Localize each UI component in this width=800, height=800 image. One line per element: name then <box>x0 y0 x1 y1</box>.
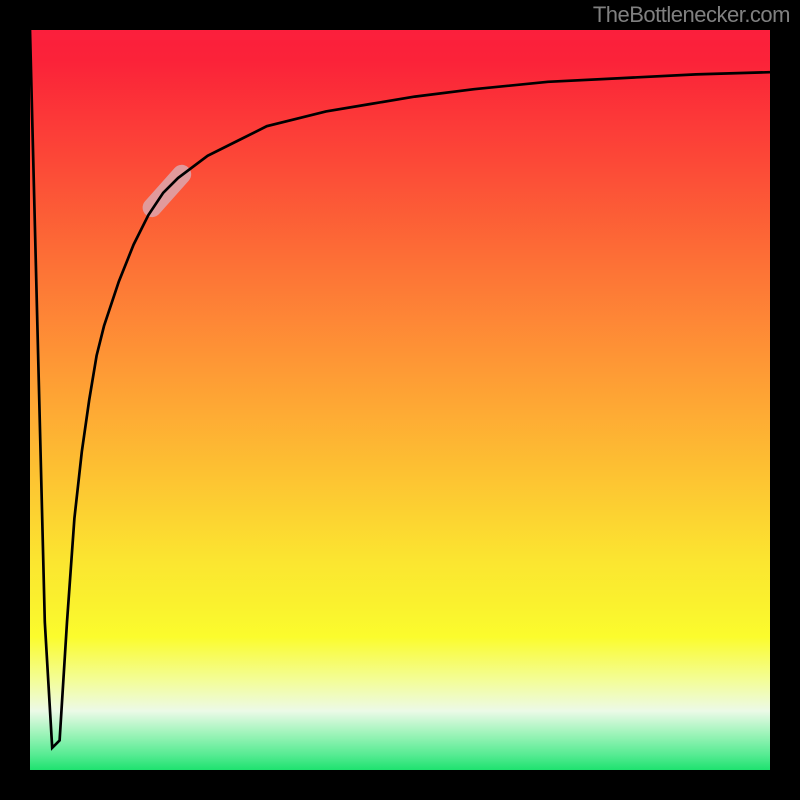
bottleneck-chart: TheBottlenecker.com <box>0 0 800 800</box>
curve-layer <box>30 30 770 770</box>
bottleneck-curve <box>30 30 770 748</box>
plot-area <box>30 30 770 770</box>
source-attribution: TheBottlenecker.com <box>593 2 790 28</box>
